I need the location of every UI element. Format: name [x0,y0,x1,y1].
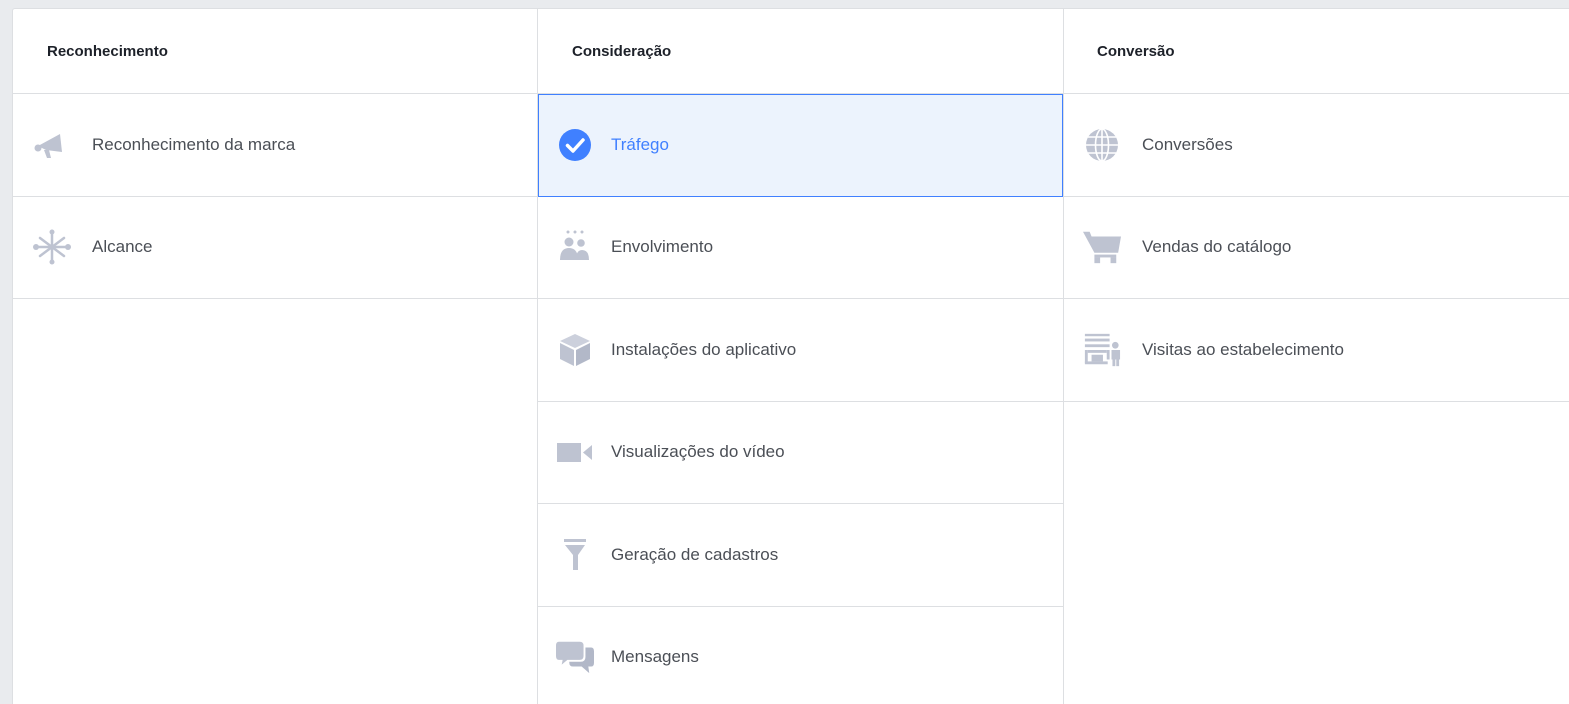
objective-label: Reconhecimento da marca [92,135,295,155]
objective-label: Vendas do catálogo [1142,237,1291,257]
objective-engagement[interactable]: Envolvimento [538,197,1063,300]
checkmark-circle-icon [556,126,594,164]
column-title: Consideração [538,43,671,60]
objective-label: Mensagens [611,647,699,667]
objective-label: Envolvimento [611,237,713,257]
reach-icon [33,228,71,266]
chat-bubbles-icon [556,638,594,676]
objective-label: Visualizações do vídeo [611,442,785,462]
objective-label: Geração de cadastros [611,545,778,565]
column-title: Reconhecimento [13,43,168,60]
objective-store-visits[interactable]: Visitas ao estabelecimento [1063,299,1569,402]
objective-lead-generation[interactable]: Geração de cadastros [538,504,1063,607]
objective-label: Alcance [92,237,152,257]
objective-label: Conversões [1142,135,1233,155]
objective-traffic[interactable]: Tráfego [538,94,1063,197]
objective-catalog-sales[interactable]: Vendas do catálogo [1063,197,1569,300]
objective-label: Instalações do aplicativo [611,340,796,360]
box-icon [556,331,594,369]
globe-icon [1083,126,1121,164]
objective-app-installs[interactable]: Instalações do aplicativo [538,299,1063,402]
objective-reach[interactable]: Alcance [13,197,537,300]
column-conversion: Conversão Conversões [1063,9,1569,704]
objective-brand-awareness[interactable]: Reconhecimento da marca [13,94,537,197]
objective-selector: Reconhecimento Reconhecimento da marca [12,8,1569,704]
column-consideration: Consideração Tráfego [537,9,1064,704]
column-header: Consideração [538,9,1063,94]
column-header: Reconhecimento [13,9,537,94]
objective-video-views[interactable]: Visualizações do vídeo [538,402,1063,505]
column-header: Conversão [1063,9,1569,94]
store-icon [1083,331,1121,369]
megaphone-icon [33,126,71,164]
column-awareness: Reconhecimento Reconhecimento da marca [13,9,537,704]
objective-messages[interactable]: Mensagens [538,607,1063,704]
objective-label: Visitas ao estabelecimento [1142,340,1344,360]
objective-conversions[interactable]: Conversões [1063,94,1569,197]
column-title: Conversão [1063,43,1175,60]
funnel-icon [556,536,594,574]
cart-icon [1083,228,1121,266]
objective-label: Tráfego [611,135,669,155]
video-camera-icon [556,433,594,471]
people-icon [556,228,594,266]
